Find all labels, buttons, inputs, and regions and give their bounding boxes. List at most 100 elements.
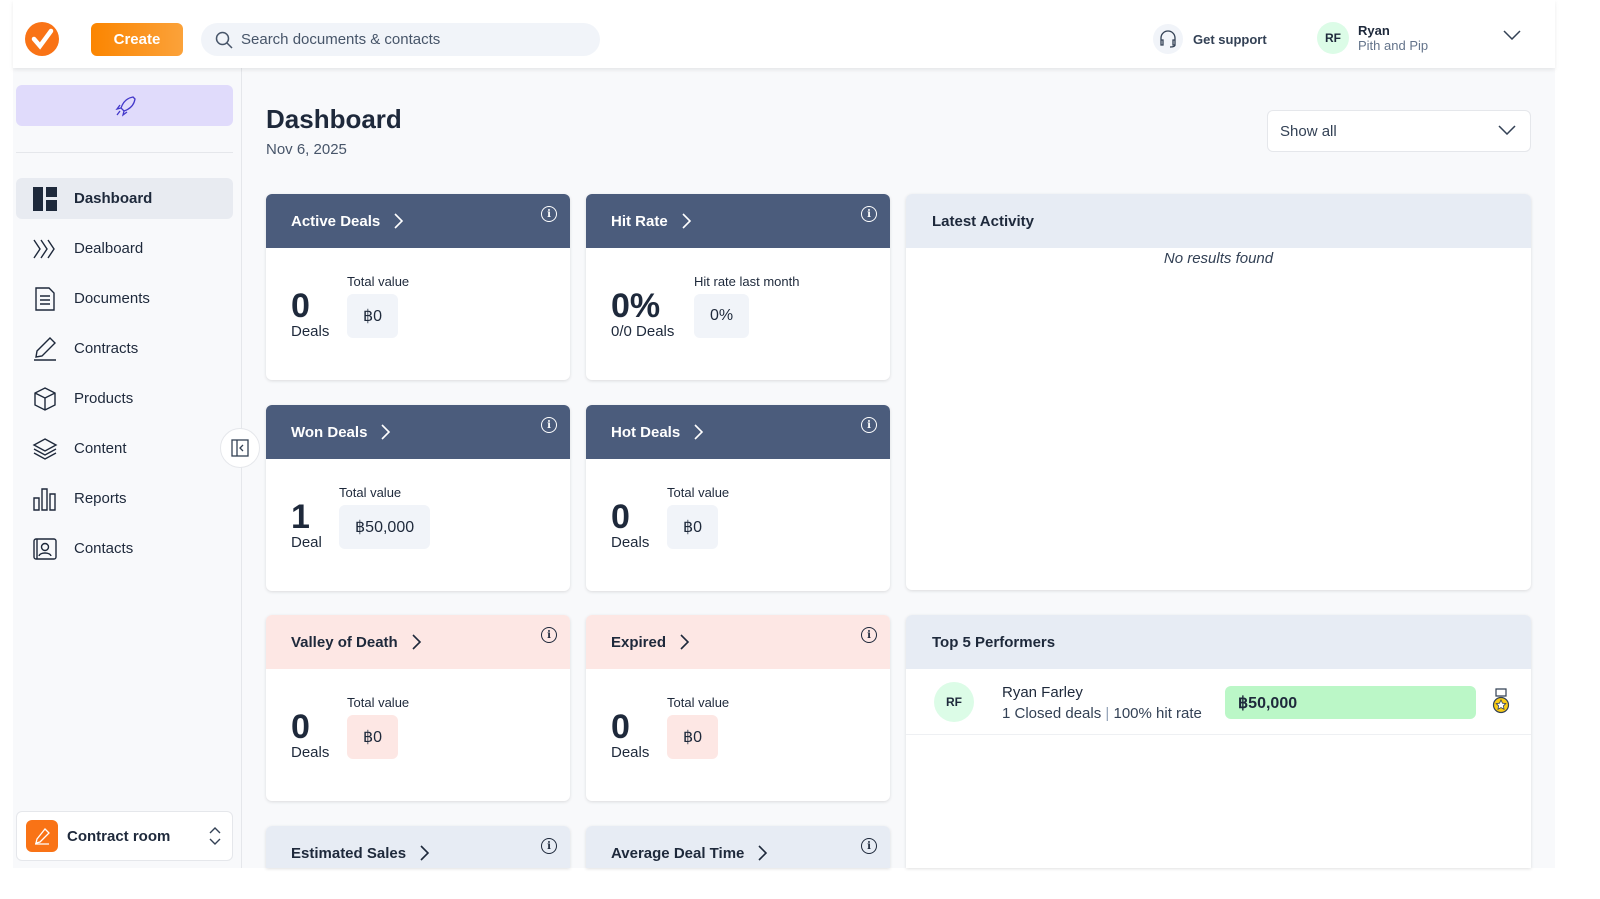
contract-room-switcher[interactable]: Contract room xyxy=(16,811,233,861)
info-icon[interactable]: i xyxy=(861,838,877,854)
info-icon[interactable]: i xyxy=(541,206,557,222)
card-header[interactable]: Valley of Death i xyxy=(266,615,570,669)
sidebar: Dashboard Dealboard Documents Contracts … xyxy=(13,68,242,868)
card-value: 0% xyxy=(694,294,750,338)
card-title: Won Deals xyxy=(291,423,368,441)
card-header[interactable]: Expired i xyxy=(586,615,890,669)
card-value-label: Total value xyxy=(667,485,730,500)
sidebar-item-dashboard[interactable]: Dashboard xyxy=(16,178,233,219)
card-header[interactable]: Hot Deals i xyxy=(586,405,890,459)
box-icon xyxy=(34,386,56,411)
dealboard-icon xyxy=(33,239,55,258)
card-header[interactable]: Average Deal Time i xyxy=(586,826,890,868)
launch-button[interactable] xyxy=(16,85,233,126)
card-unit: Deals xyxy=(611,534,650,551)
app: Create Search documents & contacts Get s… xyxy=(13,0,1555,868)
card-header[interactable]: Won Deals i xyxy=(266,405,570,459)
get-support-button[interactable]: Get support xyxy=(1153,24,1267,54)
sidebar-item-label: Dealboard xyxy=(74,240,144,257)
filter-value: Show all xyxy=(1280,122,1337,140)
card-header[interactable]: Estimated Sales i xyxy=(266,826,570,868)
card-title: Hit Rate xyxy=(611,212,668,230)
card-number: 0 xyxy=(611,498,630,536)
chevron-right-icon xyxy=(758,845,768,861)
card-value-label: Total value xyxy=(667,695,730,710)
sidebar-nav: Dashboard Dealboard Documents Contracts … xyxy=(16,178,233,578)
sidebar-item-label: Contacts xyxy=(74,540,134,557)
sidebar-item-content[interactable]: Content xyxy=(16,428,233,469)
chevron-updown-icon xyxy=(209,827,221,845)
create-button[interactable]: Create xyxy=(91,23,183,56)
rocket-icon xyxy=(114,95,136,117)
panel-title: Top 5 Performers xyxy=(906,615,1531,669)
card-value-label: Total value xyxy=(347,695,410,710)
average-deal-time-card: Average Deal Time i xyxy=(586,826,890,868)
info-icon[interactable]: i xyxy=(861,206,877,222)
sidebar-item-contracts[interactable]: Contracts xyxy=(16,328,233,369)
avatar: RF xyxy=(934,682,974,722)
user-name: Ryan xyxy=(1358,23,1390,38)
latest-activity-panel: Latest Activity No results found xyxy=(906,194,1531,590)
active-deals-card: Active Deals i 0 Deals Total value ฿0 xyxy=(266,194,570,380)
contract-room-label: Contract room xyxy=(67,827,171,845)
card-unit: Deals xyxy=(291,744,330,761)
card-value-label: Hit rate last month xyxy=(694,274,800,289)
card-unit: Deal xyxy=(291,534,322,551)
card-value: ฿0 xyxy=(667,715,719,759)
collapse-sidebar-button[interactable] xyxy=(220,428,260,468)
empty-message: No results found xyxy=(1163,250,1274,267)
valley-of-death-card: Valley of Death i 0 Deals Total value ฿0 xyxy=(266,615,570,801)
chevron-right-icon xyxy=(412,634,421,650)
card-value: ฿0 xyxy=(347,715,399,759)
page-date: Nov 6, 2025 xyxy=(266,141,347,158)
filter-select[interactable]: Show all xyxy=(1267,110,1531,152)
user-menu[interactable]: RF Ryan Pith and Pip xyxy=(1317,22,1428,54)
info-icon[interactable]: i xyxy=(541,627,557,643)
document-icon xyxy=(35,286,55,311)
card-unit: Deals xyxy=(611,744,650,761)
card-number: 0% xyxy=(611,287,661,325)
card-header[interactable]: Active Deals i xyxy=(266,194,570,248)
card-header[interactable]: Hit Rate i xyxy=(586,194,890,248)
card-number: 0 xyxy=(291,287,310,325)
card-unit: Deals xyxy=(291,323,330,340)
closed-deals: 1 Closed deals xyxy=(1002,705,1102,722)
hit-rate-card: Hit Rate i 0% 0/0 Deals Hit rate last mon… xyxy=(586,194,890,380)
info-icon[interactable]: i xyxy=(861,627,877,643)
contact-card-icon xyxy=(33,537,57,560)
performer-row[interactable]: RF Ryan Farley 1 Closed deals | 100% hit… xyxy=(906,669,1531,735)
logo[interactable] xyxy=(25,22,59,56)
card-value: ฿50,000 xyxy=(339,505,431,549)
top-bar: Create Search documents & contacts Get s… xyxy=(13,0,1555,68)
sidebar-item-dealboard[interactable]: Dealboard xyxy=(16,228,233,269)
chevron-right-icon xyxy=(694,424,704,440)
layers-icon xyxy=(32,437,58,460)
info-icon[interactable]: i xyxy=(541,417,557,433)
card-value: ฿0 xyxy=(347,294,399,338)
card-value: ฿0 xyxy=(667,505,719,549)
sidebar-item-reports[interactable]: Reports xyxy=(16,478,233,519)
sidebar-item-label: Contracts xyxy=(74,340,139,357)
hot-deals-card: Hot Deals i 0 Deals Total value ฿0 xyxy=(586,405,890,591)
performer-name: Ryan Farley xyxy=(1002,684,1083,701)
info-icon[interactable]: i xyxy=(861,417,877,433)
performer-value-bar: ฿50,000 xyxy=(1225,686,1476,719)
card-value-label: Total value xyxy=(347,274,410,289)
sidebar-item-documents[interactable]: Documents xyxy=(16,278,233,319)
sidebar-item-contacts[interactable]: Contacts xyxy=(16,528,233,569)
dashboard-icon xyxy=(33,186,57,211)
sidebar-item-products[interactable]: Products xyxy=(16,378,233,419)
sidebar-item-label: Documents xyxy=(74,290,150,307)
card-title: Valley of Death xyxy=(291,633,398,651)
expired-card: Expired i 0 Deals Total value ฿0 xyxy=(586,615,890,801)
won-deals-card: Won Deals i 1 Deal Total value ฿50,000 xyxy=(266,405,570,591)
card-number: 0 xyxy=(291,708,310,746)
chevron-down-icon[interactable] xyxy=(1503,30,1521,40)
hit-rate: 100% hit rate xyxy=(1113,705,1202,722)
search-input[interactable]: Search documents & contacts xyxy=(201,23,600,56)
sidebar-item-label: Dashboard xyxy=(74,190,153,207)
pen-icon xyxy=(34,336,56,361)
info-icon[interactable]: i xyxy=(541,838,557,854)
estimated-sales-card: Estimated Sales i xyxy=(266,826,570,868)
sidebar-item-label: Products xyxy=(74,390,134,407)
